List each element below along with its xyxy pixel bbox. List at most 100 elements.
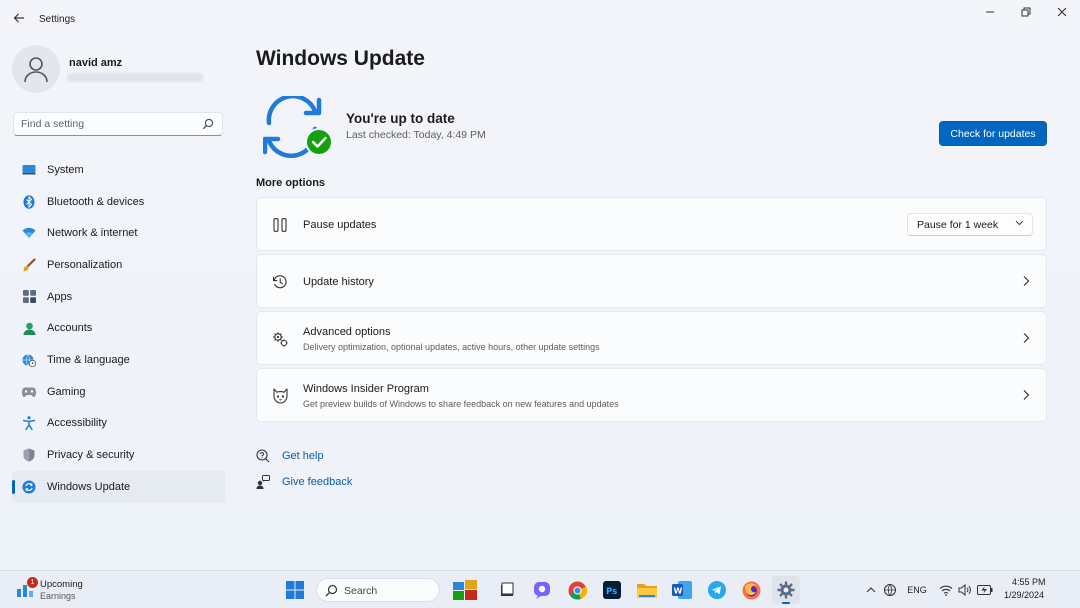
taskbar-app-firefox[interactable]: [737, 576, 765, 604]
taskbar-app-telegram[interactable]: [703, 576, 731, 604]
chrome-icon: [568, 581, 587, 600]
search-input[interactable]: [21, 117, 196, 131]
minimize-icon: [986, 11, 994, 13]
taskbar-app-word[interactable]: W: [668, 576, 696, 604]
sidebar-item-privacy-security[interactable]: Privacy & security: [12, 439, 225, 471]
tray-battery[interactable]: [976, 582, 994, 598]
advanced-options-description: Delivery optimization, optional updates,…: [303, 342, 600, 352]
taskbar-search-label: Search: [344, 585, 378, 597]
globe-clock-icon: [21, 352, 37, 368]
pause-duration-dropdown[interactable]: Pause for 1 week: [907, 213, 1033, 236]
pause-duration-value: Pause for 1 week: [917, 219, 999, 231]
apps-icon: [21, 289, 37, 305]
sidebar-item-accounts[interactable]: Accounts: [12, 312, 225, 344]
folder-icon: [637, 584, 657, 598]
tray-network[interactable]: [938, 582, 954, 598]
sidebar-item-system[interactable]: System: [12, 154, 225, 186]
battery-charging-icon: [977, 585, 993, 595]
sidebar-item-label: Time & language: [47, 353, 130, 366]
get-help-link[interactable]: Get help: [256, 447, 324, 465]
sidebar-item-label: Gaming: [47, 385, 86, 398]
clock-time[interactable]: 4:55 PM: [1012, 577, 1046, 587]
widgets-button[interactable]: 1 Upcoming Earnings: [16, 577, 96, 603]
windows-logo-icon: [286, 581, 304, 599]
sidebar-item-windows-update[interactable]: Windows Update: [12, 470, 225, 503]
gamepad-icon: [21, 384, 37, 400]
get-help-text: Get help: [282, 450, 324, 462]
taskbar-search[interactable]: Search: [316, 578, 440, 602]
accessibility-icon: [21, 415, 37, 431]
insider-cat-icon: [271, 387, 289, 405]
sidebar-item-gaming[interactable]: Gaming: [12, 376, 225, 408]
pause-icon: [271, 216, 289, 234]
title-bar: Settings: [0, 0, 1080, 38]
taskbar-app-chat[interactable]: [528, 576, 556, 604]
sidebar-item-time-language[interactable]: Time & language: [12, 344, 225, 376]
sidebar-item-network[interactable]: Network & internet: [12, 217, 225, 249]
sidebar-item-label: System: [47, 163, 84, 176]
last-checked-text: Last checked: Today, 4:49 PM: [346, 129, 486, 141]
bluetooth-icon: [21, 194, 37, 210]
chevron-right-icon: [1022, 275, 1032, 287]
puzzle-icon: [453, 580, 477, 600]
windows-insider-card[interactable]: Windows Insider Program Get preview buil…: [256, 368, 1047, 422]
close-button[interactable]: [1044, 4, 1080, 22]
back-button[interactable]: [10, 10, 28, 28]
show-hidden-icons-button[interactable]: [864, 582, 878, 598]
sidebar-item-bluetooth[interactable]: Bluetooth & devices: [12, 186, 225, 218]
sidebar-item-label: Windows Update: [47, 480, 131, 493]
person-icon: [24, 57, 48, 83]
sidebar-nav: System Bluetooth & devices Network & int…: [12, 154, 225, 503]
taskbar-app-chrome[interactable]: [563, 576, 591, 604]
sidebar-item-label: Accounts: [47, 322, 93, 335]
monitor-icon: [21, 162, 37, 178]
tray-volume[interactable]: [957, 582, 973, 598]
taskbar-app-file-viewer[interactable]: [493, 576, 521, 604]
start-button[interactable]: [281, 576, 309, 604]
gear-icon: [777, 581, 795, 599]
more-options-heading: More options: [256, 177, 326, 189]
advanced-options-title: Advanced options: [303, 326, 391, 338]
update-history-title: Update history: [303, 276, 374, 288]
clock-date[interactable]: 1/29/2024: [1004, 590, 1044, 600]
advanced-options-card[interactable]: Advanced options Delivery optimization, …: [256, 311, 1047, 365]
svg-text:Ps: Ps: [606, 587, 617, 597]
update-status-title: You're up to date: [346, 111, 455, 126]
avatar: [12, 45, 60, 93]
person-icon: [21, 320, 37, 336]
update-status-sync-icon: [263, 96, 333, 158]
settings-search-box[interactable]: [13, 112, 223, 136]
sidebar-item-accessibility[interactable]: Accessibility: [12, 408, 225, 440]
volume-icon: [958, 584, 971, 596]
svg-text:W: W: [674, 587, 683, 596]
sidebar-item-label: Privacy & security: [47, 449, 135, 462]
restore-button[interactable]: [1008, 4, 1044, 22]
taskbar-app-widgets-game[interactable]: [451, 576, 479, 604]
pause-updates-card[interactable]: Pause updates Pause for 1 week: [256, 197, 1047, 251]
check-for-updates-button[interactable]: Check for updates: [939, 121, 1047, 146]
taskbar-app-photoshop[interactable]: Ps: [598, 576, 626, 604]
search-icon[interactable]: [202, 118, 214, 130]
chevron-down-icon: [1015, 218, 1024, 230]
give-feedback-link[interactable]: Give feedback: [256, 473, 352, 491]
minimize-button[interactable]: [972, 4, 1008, 22]
sidebar-item-label: Apps: [47, 290, 73, 303]
taskbar-app-settings[interactable]: [772, 576, 800, 604]
widget-title: Upcoming: [40, 579, 83, 590]
windows-insider-title: Windows Insider Program: [303, 383, 429, 395]
wifi-icon: [21, 225, 37, 241]
history-icon: [271, 273, 289, 291]
sidebar-item-personalization[interactable]: Personalization: [12, 249, 225, 281]
language-indicator[interactable]: ENG: [903, 582, 931, 598]
shield-icon: [21, 447, 37, 463]
word-icon: W: [672, 581, 692, 599]
photoshop-icon: Ps: [603, 581, 621, 599]
brush-icon: [21, 257, 37, 273]
pause-updates-title: Pause updates: [303, 219, 377, 231]
close-icon: [1057, 7, 1067, 17]
update-history-card[interactable]: Update history: [256, 254, 1047, 308]
taskbar-app-file-explorer[interactable]: [633, 576, 661, 604]
tray-vpn-globe[interactable]: [882, 582, 898, 598]
sidebar-item-apps[interactable]: Apps: [12, 281, 225, 313]
sidebar-item-label: Personalization: [47, 258, 123, 271]
